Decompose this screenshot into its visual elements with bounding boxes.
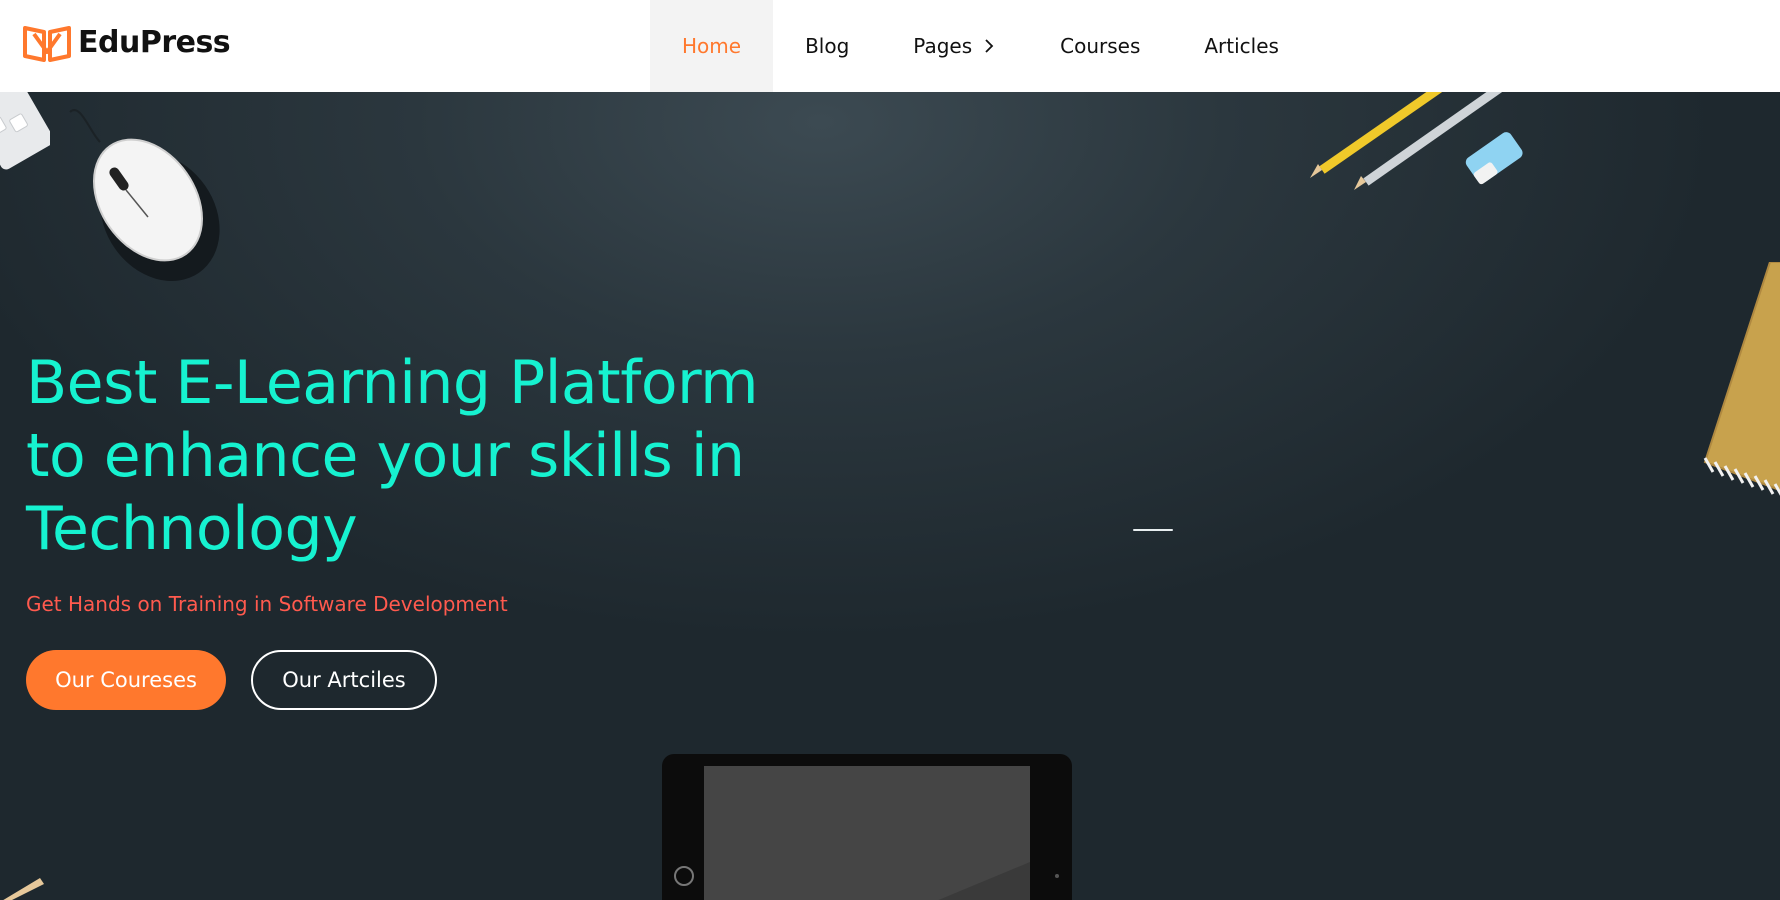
logo[interactable]: EduPress xyxy=(22,22,231,62)
nav-courses[interactable]: Courses xyxy=(1028,0,1172,92)
tablet-illustration xyxy=(662,754,1072,900)
pencil-tip-illustration xyxy=(3,878,44,900)
hero-subtitle: Get Hands on Training in Software Develo… xyxy=(26,592,508,616)
mouse-illustration xyxy=(69,109,220,282)
chevron-right-icon xyxy=(982,39,996,53)
logo-text: EduPress xyxy=(78,24,231,60)
nav-articles[interactable]: Articles xyxy=(1172,0,1311,92)
our-articles-button[interactable]: Our Artciles xyxy=(251,650,437,710)
site-header: EduPress Home Blog Pages Courses Article… xyxy=(0,0,1780,92)
nav-pages[interactable]: Pages xyxy=(881,0,1028,92)
logo-book-icon xyxy=(22,22,72,62)
nav-home[interactable]: Home xyxy=(650,0,774,92)
main-nav: Home Blog Pages Courses Articles xyxy=(650,0,1311,92)
eraser-illustration xyxy=(1465,132,1523,185)
hero-title: Best E-Learning Platform to enhance your… xyxy=(26,348,759,564)
our-courses-button[interactable]: Our Coureses xyxy=(26,650,226,710)
nav-pages-label: Pages xyxy=(913,34,973,58)
light-dash xyxy=(1133,529,1173,531)
keyboard-illustration xyxy=(0,92,50,170)
nav-blog[interactable]: Blog xyxy=(773,0,881,92)
notebook-illustration xyxy=(1703,262,1780,496)
hero-section: Best E-Learning Platform to enhance your… xyxy=(0,92,1780,900)
